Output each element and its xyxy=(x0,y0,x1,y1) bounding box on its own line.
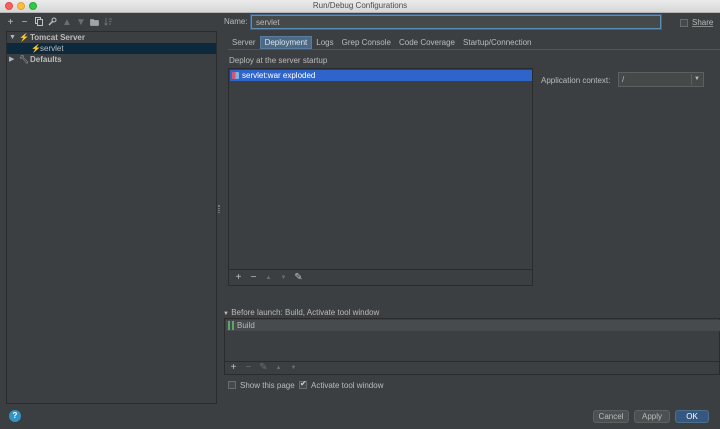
before-launch-title: Before launch: Build, Activate tool wind… xyxy=(231,308,380,317)
build-icon xyxy=(228,321,234,330)
copy-icon[interactable] xyxy=(34,17,43,29)
help-icon[interactable]: ? xyxy=(9,410,21,422)
wrench-icon: 🔧︎ xyxy=(19,55,30,64)
show-this-page-checkbox[interactable] xyxy=(228,381,236,389)
add-icon[interactable]: + xyxy=(234,272,243,283)
app-context-value: / xyxy=(622,75,625,84)
activate-tool-window-checkbox[interactable] xyxy=(299,379,307,389)
folder-icon[interactable] xyxy=(90,18,99,29)
splitter-handle[interactable] xyxy=(218,205,220,213)
share-label: Share xyxy=(692,18,714,27)
ok-button[interactable]: OK xyxy=(675,410,709,423)
window-title: Run/Debug Configurations xyxy=(312,1,408,10)
remove-icon[interactable]: − xyxy=(249,272,258,283)
deployment-toolbar: + − ▲ ▼ ✎ xyxy=(228,270,533,286)
chevron-right-icon[interactable]: ▶ xyxy=(9,54,14,65)
before-launch-toolbar: + − ✎ ▲ ▼ xyxy=(224,362,720,375)
chevron-down-icon[interactable]: ▼ xyxy=(9,32,16,43)
name-label: Name: xyxy=(224,17,248,26)
tab-startup-connection[interactable]: Startup/Connection xyxy=(459,36,536,49)
app-context-select[interactable]: / ▼ xyxy=(618,72,704,87)
name-input[interactable] xyxy=(251,15,661,29)
remove-icon[interactable]: − xyxy=(244,363,253,373)
edit-icon[interactable]: ✎ xyxy=(294,272,303,283)
tab-logs[interactable]: Logs xyxy=(312,36,337,49)
edit-icon[interactable]: ✎ xyxy=(259,363,268,373)
tab-deployment[interactable]: Deployment xyxy=(259,36,313,49)
list-item[interactable]: Build xyxy=(226,320,720,331)
window-titlebar: Run/Debug Configurations xyxy=(0,0,720,13)
tree-item-tomcat-server[interactable]: ▼ ⚡ Tomcat Server xyxy=(7,32,216,43)
move-up-icon[interactable]: ▲ xyxy=(274,363,283,373)
chevron-down-icon[interactable]: ▼ xyxy=(691,74,702,85)
config-tabs: Server Deployment Logs Grep Console Code… xyxy=(228,36,536,49)
tomcat-icon: ⚡ xyxy=(19,33,29,42)
list-item[interactable]: servlet:war exploded xyxy=(230,70,532,81)
remove-icon[interactable]: − xyxy=(20,18,29,28)
build-label: Build xyxy=(237,321,255,330)
tree-item-label: servlet xyxy=(40,44,64,53)
app-context-label: Application context: xyxy=(541,76,611,85)
move-up-icon[interactable]: ▲ xyxy=(264,273,273,283)
before-launch-list[interactable]: Build xyxy=(224,318,720,362)
tree-item-label: Defaults xyxy=(30,55,62,64)
config-tree[interactable]: ▼ ⚡ Tomcat Server ⚡ servlet ▶ 🔧︎ Default… xyxy=(6,31,217,404)
add-icon[interactable]: + xyxy=(6,18,15,28)
move-down-icon[interactable]: ▼ xyxy=(279,273,288,283)
show-this-page-label: Show this page xyxy=(240,381,295,390)
tree-item-servlet[interactable]: ⚡ servlet xyxy=(7,43,216,54)
activate-tool-window-label: Activate tool window xyxy=(311,381,384,390)
move-down-icon[interactable]: ▼ xyxy=(289,363,298,373)
move-up-icon[interactable]: ▲ xyxy=(62,18,72,28)
deployment-list[interactable]: servlet:war exploded xyxy=(228,68,533,270)
move-down-icon[interactable]: ▼ xyxy=(76,18,86,28)
wrench-icon[interactable] xyxy=(48,17,57,29)
tree-item-defaults[interactable]: ▶ 🔧︎ Defaults xyxy=(7,54,216,65)
tab-divider xyxy=(228,49,720,50)
tab-grep-console[interactable]: Grep Console xyxy=(338,36,395,49)
tree-item-label: Tomcat Server xyxy=(30,33,85,42)
chevron-down-icon[interactable]: ▼ xyxy=(223,311,229,317)
cancel-button[interactable]: Cancel xyxy=(593,410,629,423)
deploy-section-title: Deploy at the server startup xyxy=(229,56,328,65)
share-checkbox[interactable] xyxy=(680,19,688,27)
tab-server[interactable]: Server xyxy=(228,36,260,49)
artifact-icon xyxy=(232,72,239,79)
before-launch-header[interactable]: ▼ Before launch: Build, Activate tool wi… xyxy=(223,308,379,317)
add-icon[interactable]: + xyxy=(229,363,238,373)
config-toolbar: + − ▲ ▼ xyxy=(6,16,113,30)
sort-icon[interactable] xyxy=(104,17,113,29)
apply-button[interactable]: Apply xyxy=(634,410,670,423)
artifact-label: servlet:war exploded xyxy=(242,71,316,80)
tab-code-coverage[interactable]: Code Coverage xyxy=(395,36,459,49)
